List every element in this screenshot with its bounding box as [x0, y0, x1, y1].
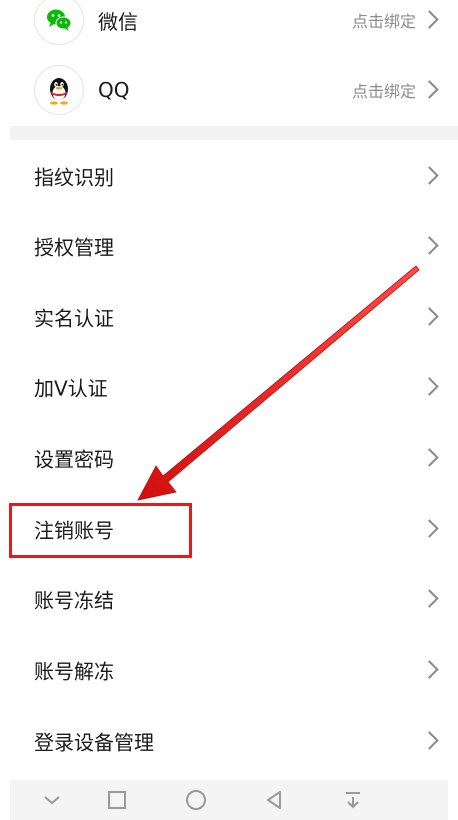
qq-icon: [34, 65, 84, 115]
annotation-highlight-box: [9, 503, 192, 558]
back-icon[interactable]: [261, 787, 287, 813]
menu-item-verified-v[interactable]: 加V认证: [0, 352, 458, 422]
qq-label: QQ: [98, 78, 130, 102]
menu-item-label: 登录设备管理: [34, 730, 154, 755]
chevron-right-icon: [420, 236, 439, 255]
menu-item-set-password[interactable]: 设置密码: [0, 423, 458, 493]
menu-item-label: 实名认证: [34, 306, 114, 331]
menu-item-authorization[interactable]: 授权管理: [0, 211, 458, 281]
menu-item-real-name[interactable]: 实名认证: [0, 282, 458, 352]
menu-item-label: 账号冻结: [34, 588, 114, 613]
menu-item-freeze-account[interactable]: 账号冻结: [0, 564, 458, 634]
wechat-bind-action[interactable]: 点击绑定: [352, 8, 416, 32]
menu-item-device-management[interactable]: 登录设备管理: [0, 706, 458, 776]
recent-apps-icon[interactable]: [104, 787, 130, 813]
menu-item-label: 授权管理: [34, 235, 114, 260]
home-icon[interactable]: [183, 787, 209, 813]
menu-item-label: 加V认证: [34, 376, 108, 401]
chevron-right-icon: [420, 80, 439, 99]
system-navigation-bar: [10, 780, 448, 820]
wechat-label: 微信: [98, 9, 138, 34]
chevron-right-icon: [420, 519, 439, 538]
wechat-binding-row[interactable]: 微信 点击绑定: [0, 0, 458, 50]
qq-binding-row[interactable]: QQ 点击绑定: [0, 60, 458, 120]
section-divider: [10, 126, 458, 140]
chevron-right-icon: [420, 589, 439, 608]
menu-item-label: 账号解冻: [34, 659, 114, 684]
chevron-right-icon: [420, 307, 439, 326]
qq-bind-action[interactable]: 点击绑定: [352, 78, 416, 102]
account-settings-page: 微信 点击绑定 QQ 点击绑定 指纹识别 授权管理 实名认证 加V认证 设置密码…: [0, 0, 458, 820]
chevron-right-icon: [420, 377, 439, 396]
notification-pull-down-icon[interactable]: [340, 787, 366, 813]
chevron-right-icon: [420, 448, 439, 467]
chevron-right-icon: [420, 660, 439, 679]
chevron-down-icon[interactable]: [39, 787, 65, 813]
menu-item-label: 设置密码: [34, 447, 114, 472]
chevron-right-icon: [420, 10, 439, 29]
menu-item-fingerprint[interactable]: 指纹识别: [0, 141, 458, 211]
wechat-icon: [34, 0, 84, 45]
menu-item-unfreeze-account[interactable]: 账号解冻: [0, 635, 458, 705]
chevron-right-icon: [420, 731, 439, 750]
chevron-right-icon: [420, 166, 439, 185]
menu-item-label: 指纹识别: [34, 165, 114, 190]
